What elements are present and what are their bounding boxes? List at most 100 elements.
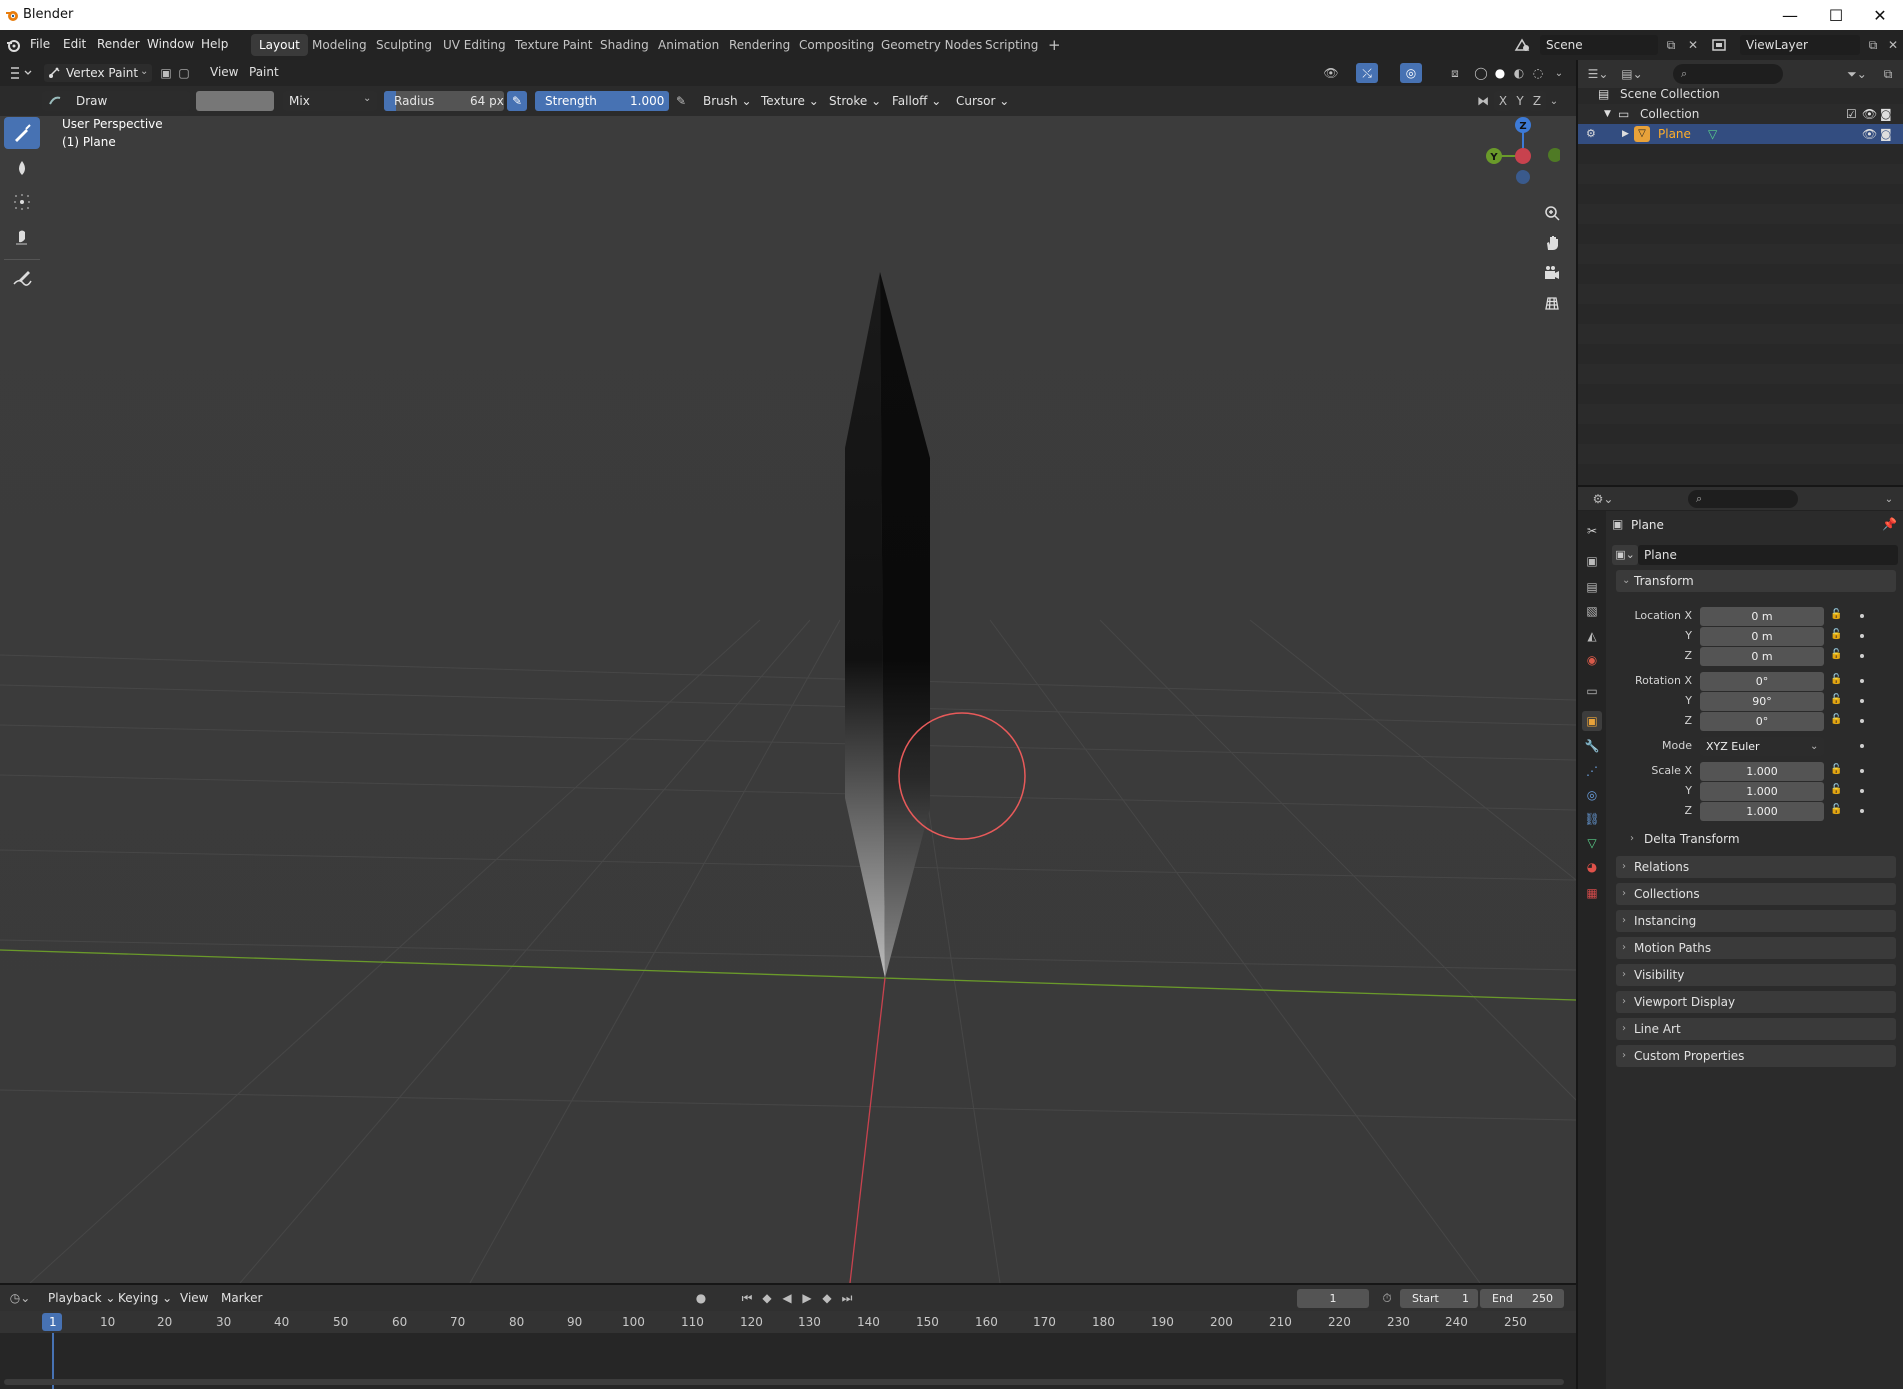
rotation-x-field[interactable]: 0° <box>1700 672 1824 691</box>
lock-icon[interactable]: 🔓 <box>1830 784 1842 795</box>
timeline-editor-type-icon[interactable]: ◷⌄ <box>6 1288 34 1308</box>
tab-layout[interactable]: Layout <box>251 34 308 56</box>
play-icon[interactable]: ▶ <box>796 1288 818 1308</box>
scale-z-field[interactable]: 1.000 <box>1700 802 1824 821</box>
tab-scripting[interactable]: Scripting <box>977 34 1046 56</box>
collection-tab-icon[interactable]: ▭ <box>1582 681 1602 701</box>
object-browse-icon[interactable]: ▣⌄ <box>1612 545 1638 565</box>
view-layer-icon[interactable] <box>1710 36 1728 54</box>
render-tab-icon[interactable]: ▣ <box>1582 551 1602 571</box>
timeline-ruler[interactable]: 1 10 20 30 40 50 60 70 80 90 100 110 120… <box>0 1311 1576 1333</box>
chevron-down-icon[interactable]: ⌄ <box>1878 489 1900 509</box>
panel-viewport-display[interactable]: › Viewport Display <box>1616 991 1896 1013</box>
lock-icon[interactable]: 🔓 <box>1830 649 1842 660</box>
rotation-mode-dropdown[interactable]: XYZ Euler ⌄ <box>1700 737 1824 756</box>
gizmo-toggle-icon[interactable]: ⤯ <box>1356 63 1378 83</box>
lock-icon[interactable]: 🔓 <box>1830 804 1842 815</box>
chevron-down-icon[interactable]: ⌄ <box>1546 91 1562 111</box>
tab-sculpting[interactable]: Sculpting <box>368 34 440 56</box>
tab-compositing[interactable]: Compositing <box>791 34 882 56</box>
menu-view[interactable]: View <box>210 65 238 79</box>
properties-search-input[interactable]: ⌕ <box>1688 490 1798 508</box>
keyframe-dot-icon[interactable] <box>1860 719 1864 723</box>
keyframe-dot-icon[interactable] <box>1860 769 1864 773</box>
strength-slider[interactable]: Strength 1.000 <box>535 91 669 111</box>
xray-icon[interactable]: ⧈ <box>1444 63 1466 83</box>
properties-editor-type-icon[interactable]: ⚙⌄ <box>1588 489 1618 509</box>
symmetry-z-toggle[interactable]: Z <box>1528 91 1546 111</box>
preview-range-stopwatch-icon[interactable]: ⏱ <box>1376 1288 1398 1308</box>
lock-icon[interactable]: 🔓 <box>1830 609 1842 620</box>
keyframe-dot-icon[interactable] <box>1860 679 1864 683</box>
keyframe-dot-icon[interactable] <box>1860 699 1864 703</box>
tool-blur[interactable] <box>4 152 40 184</box>
tool-draw[interactable] <box>4 117 40 149</box>
zoom-button[interactable] <box>1539 200 1565 226</box>
radius-slider[interactable]: Radius 64 px <box>384 91 504 111</box>
view-menu[interactable]: View <box>174 1288 214 1308</box>
outliner-row-scene-collection[interactable]: ▤ Scene Collection <box>1578 84 1903 104</box>
cursor-dropdown[interactable]: Cursor ⌄ <box>950 91 1015 111</box>
panel-motion-paths[interactable]: › Motion Paths <box>1616 937 1896 959</box>
overlay-toggle-icon[interactable]: ◎ <box>1400 63 1422 83</box>
world-tab-icon[interactable]: ◉ <box>1582 650 1602 670</box>
panel-custom-properties[interactable]: › Custom Properties <box>1616 1045 1896 1067</box>
mask-face-icon[interactable]: ▣ <box>156 63 176 83</box>
texture-dropdown[interactable]: Texture ⌄ <box>755 91 825 111</box>
tool-smear[interactable] <box>4 220 40 252</box>
tab-geometry-nodes[interactable]: Geometry Nodes <box>873 34 990 56</box>
scene-tab-icon[interactable]: ◭ <box>1582 626 1602 646</box>
rotation-z-field[interactable]: 0° <box>1700 712 1824 731</box>
keyframe-dot-icon[interactable] <box>1860 634 1864 638</box>
expand-arrow-icon[interactable]: ▼ <box>1604 104 1611 124</box>
eye-icon[interactable]: 👁 <box>1862 124 1877 144</box>
keyframe-dot-icon[interactable] <box>1860 809 1864 813</box>
tab-modeling[interactable]: Modeling <box>304 34 375 56</box>
radius-pressure-icon[interactable]: ✎ <box>507 91 527 111</box>
menu-edit[interactable]: Edit <box>63 37 86 51</box>
keying-menu[interactable]: Keying ⌄ <box>112 1288 178 1308</box>
symmetry-y-toggle[interactable]: Y <box>1511 91 1529 111</box>
tool-tab-icon[interactable]: ✂ <box>1582 521 1602 541</box>
timeline-scrollbar[interactable] <box>4 1379 1564 1385</box>
material-tab-icon[interactable]: ◕ <box>1582 857 1602 877</box>
mode-selector[interactable]: Vertex Paint ⌄ <box>44 64 152 82</box>
keyframe-dot-icon[interactable] <box>1860 614 1864 618</box>
outliner-editor-type-icon[interactable]: ☰⌄ <box>1584 64 1612 84</box>
subpanel-delta-transform[interactable]: › Delta Transform <box>1628 829 1878 849</box>
lock-icon[interactable]: 🔓 <box>1830 764 1842 775</box>
area-separator[interactable] <box>0 1283 1576 1285</box>
brush-selector[interactable]: Draw <box>42 91 190 111</box>
outliner-row-collection[interactable]: ▼ ▭ Collection ☑ 👁 ◙ <box>1578 104 1903 124</box>
tab-uv-editing[interactable]: UV Editing <box>435 34 514 56</box>
menu-file[interactable]: File <box>30 37 50 51</box>
lock-icon[interactable]: 🔓 <box>1830 694 1842 705</box>
lock-icon[interactable]: 🔓 <box>1830 674 1842 685</box>
outliner-row-plane[interactable]: ⚙ ▶ ▽ Plane ▽ 👁 ◙ <box>1578 124 1903 144</box>
area-separator[interactable] <box>1576 60 1578 1389</box>
exclude-checkbox-icon[interactable]: ☑ <box>1846 104 1857 124</box>
tab-rendering[interactable]: Rendering <box>721 34 798 56</box>
view-layer-selector[interactable]: ViewLayer <box>1740 35 1860 55</box>
output-tab-icon[interactable]: ▤ <box>1582 577 1602 597</box>
render-camera-icon[interactable]: ◙ <box>1880 104 1892 124</box>
add-workspace-button[interactable]: + <box>1040 34 1069 56</box>
scene-selector[interactable]: Scene <box>1540 35 1658 55</box>
editor-type-icon[interactable] <box>8 64 34 82</box>
panel-visibility[interactable]: › Visibility <box>1616 964 1896 986</box>
scale-x-field[interactable]: 1.000 <box>1700 762 1824 781</box>
current-frame-field[interactable]: 1 <box>1297 1289 1369 1308</box>
panel-instancing[interactable]: › Instancing <box>1616 910 1896 932</box>
keyframe-dot-icon[interactable] <box>1860 789 1864 793</box>
delete-scene-icon[interactable]: ✕ <box>1682 35 1704 55</box>
object-tab-icon[interactable]: ▣ <box>1582 711 1602 731</box>
rotation-y-field[interactable]: 90° <box>1700 692 1824 711</box>
brush-dropdown[interactable]: Brush ⌄ <box>697 91 758 111</box>
eye-icon[interactable]: 👁 <box>1862 104 1877 124</box>
delete-view-layer-icon[interactable]: ✕ <box>1882 35 1903 55</box>
symmetry-icon[interactable]: ⧓ <box>1474 91 1492 111</box>
stroke-dropdown[interactable]: Stroke ⌄ <box>823 91 887 111</box>
modifier-tab-icon[interactable]: 🔧 <box>1582 736 1602 756</box>
record-icon[interactable]: ● <box>690 1288 712 1308</box>
timeline-body[interactable] <box>0 1333 1576 1389</box>
